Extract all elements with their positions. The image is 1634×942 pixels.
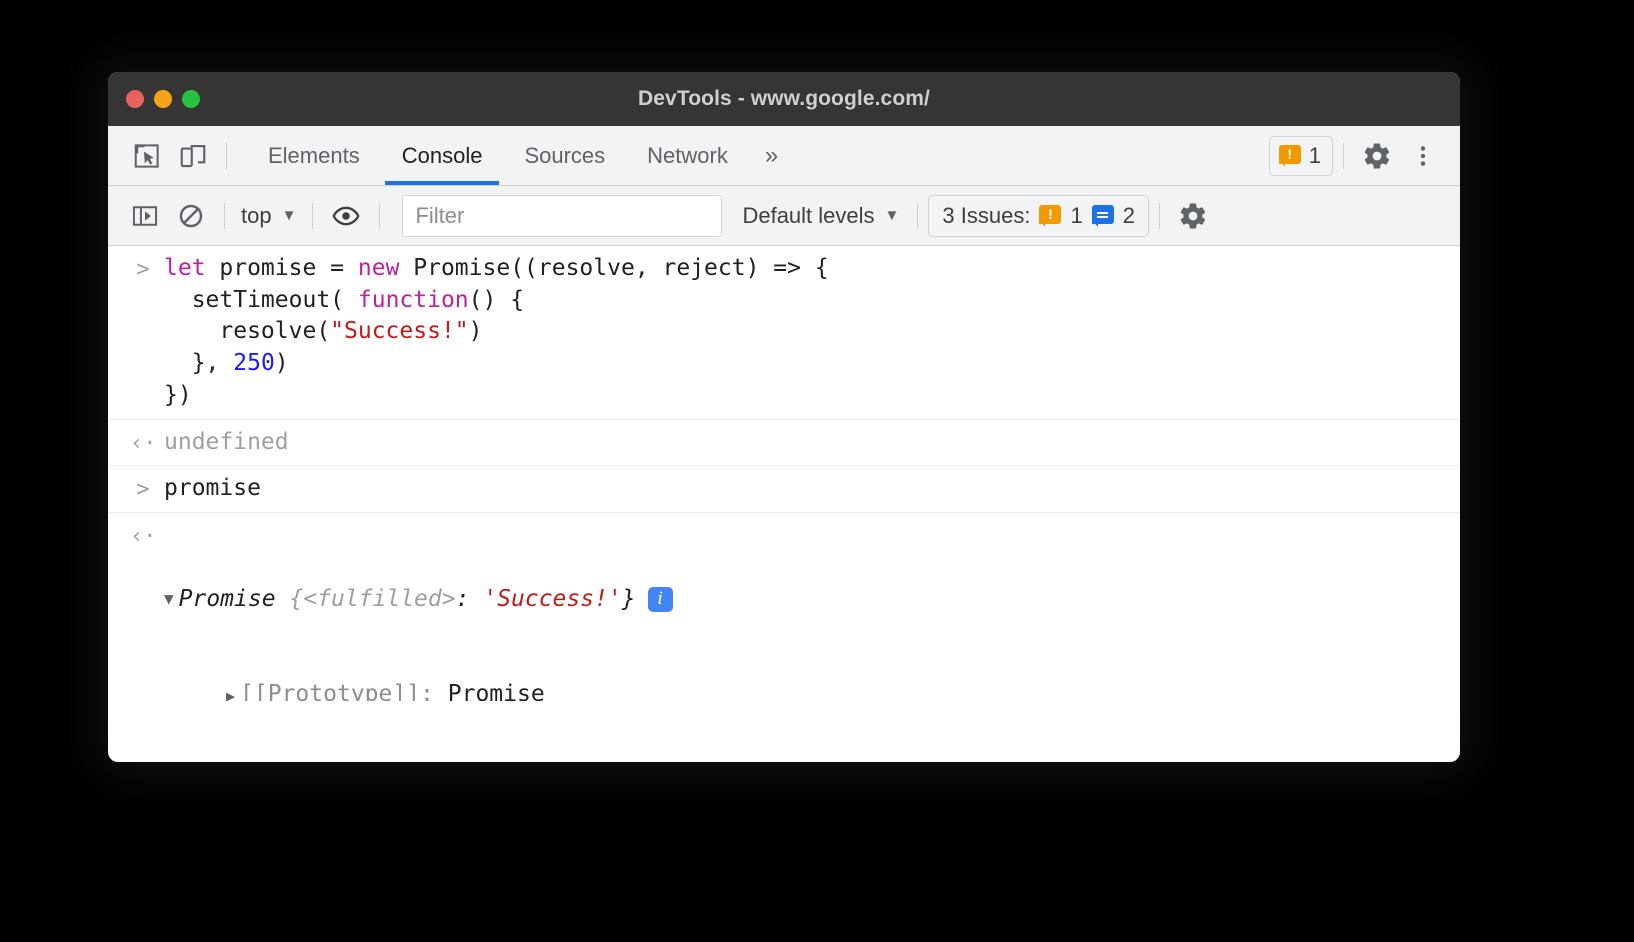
execution-context-selector[interactable]: top ▼	[235, 203, 302, 229]
property-sep-prototype: :	[420, 680, 448, 701]
tabbar-divider	[226, 142, 227, 169]
console-message-list[interactable]: > let promise = new Promise((resolve, re…	[108, 246, 1460, 701]
object-preview: ▼ Promise {<fulfilled>: 'Success!'} i ▶[[…	[164, 520, 1460, 701]
property-value-prototype: Promise	[447, 680, 545, 701]
result-value: undefined	[164, 428, 289, 455]
log-levels-label: Default levels	[742, 202, 875, 228]
panel-tab-bar: Elements Console Sources Network » ! 1	[108, 126, 1460, 186]
object-property-prototype[interactable]: ▶ [[Prototype]]: Promise	[164, 679, 1444, 701]
tab-elements[interactable]: Elements	[247, 126, 381, 185]
console-settings-gear-icon[interactable]	[1170, 193, 1216, 239]
filter-input[interactable]: Filter	[402, 194, 723, 237]
warning-glyph: !	[1287, 146, 1293, 162]
clear-console-icon[interactable]	[168, 193, 214, 239]
minimize-window-button[interactable]	[154, 90, 172, 108]
promise-state-value: 'Success!'	[483, 585, 622, 612]
issues-summary-button[interactable]: 3 Issues: ! 1 2	[928, 194, 1149, 237]
gear-icon[interactable]	[1354, 133, 1400, 179]
issues-info-count: 2	[1122, 202, 1135, 228]
toolbar-divider-5	[1158, 202, 1160, 229]
input-chevron-icon: >	[136, 257, 150, 282]
console-input-entry-2: > promise	[108, 466, 1460, 514]
object-preview-close: }	[621, 585, 636, 612]
tab-console[interactable]: Console	[381, 126, 504, 185]
issues-info-glyph	[1092, 205, 1114, 224]
issues-warning-count: 1	[1070, 202, 1083, 228]
expand-triangle-icon-prototype[interactable]: ▶	[226, 686, 235, 701]
issues-info-icon	[1091, 204, 1114, 227]
chevron-down-icon-levels: ▼	[884, 207, 900, 224]
console-toolbar: top ▼ Filter Default levels ▼ 3 Issues:	[108, 186, 1460, 246]
promise-state-sep: :	[455, 585, 484, 612]
issues-warning-icon: !	[1039, 204, 1062, 227]
console-result-undefined: ‹· undefined	[108, 420, 1460, 467]
input-chevron-icon-2: >	[136, 477, 150, 503]
warning-count: 1	[1308, 142, 1321, 168]
devtools-window: DevTools - www.google.com/ Elements Cons…	[108, 72, 1460, 762]
chevron-down-icon: ▼	[281, 207, 297, 224]
tab-network[interactable]: Network	[626, 126, 749, 185]
kebab-menu-icon[interactable]	[1400, 133, 1446, 179]
object-preview-open: {	[275, 585, 304, 612]
toolbar-divider-3	[379, 202, 381, 229]
execution-context-label: top	[241, 202, 272, 228]
device-toolbar-icon[interactable]	[170, 133, 216, 179]
panel-tabs: Elements Console Sources Network »	[247, 126, 794, 185]
info-chip-icon[interactable]: i	[647, 586, 673, 612]
expand-triangle-icon[interactable]: ▼	[164, 588, 174, 610]
console-input-entry: > let promise = new Promise((resolve, re…	[108, 246, 1460, 420]
property-key-prototype: [[Prototype]]	[240, 680, 421, 701]
issues-label: 3 Issues:	[942, 202, 1031, 228]
issues-warning-glyph: !	[1048, 206, 1053, 222]
maximize-window-button[interactable]	[182, 90, 200, 108]
warning-icon: !	[1278, 144, 1301, 167]
console-sidebar-icon[interactable]	[122, 193, 168, 239]
window-title: DevTools - www.google.com/	[638, 87, 930, 110]
console-input-code: let promise = new Promise((resolve, reje…	[164, 255, 829, 408]
warning-count-badge[interactable]: ! 1	[1268, 135, 1333, 176]
result-arrow-icon: ‹·	[130, 430, 157, 456]
tabbar-divider-right	[1343, 142, 1344, 169]
object-preview-line[interactable]: ▼ Promise {<fulfilled>: 'Success!'} i	[164, 584, 1444, 616]
object-class-name: Promise	[178, 585, 276, 612]
log-levels-selector[interactable]: Default levels ▼	[734, 203, 907, 229]
more-tabs-icon[interactable]: »	[749, 126, 794, 185]
toolbar-divider-2	[312, 202, 314, 229]
promise-state-key: <fulfilled>	[303, 585, 456, 612]
toolbar-divider-1	[224, 202, 225, 229]
toolbar-divider-4	[917, 202, 919, 229]
console-input-code-2: promise	[164, 475, 261, 502]
close-window-button[interactable]	[126, 90, 144, 108]
console-object-result: ‹· ▼ Promise {<fulfilled>: 'Success!'} i …	[108, 513, 1460, 701]
result-arrow-icon-2: ‹·	[130, 524, 157, 550]
screen: DevTools - www.google.com/ Elements Cons…	[0, 0, 1634, 942]
title-bar: DevTools - www.google.com/	[108, 72, 1460, 126]
window-controls	[126, 72, 200, 126]
live-expression-icon[interactable]	[323, 193, 369, 239]
tab-sources[interactable]: Sources	[503, 126, 626, 185]
inspect-element-icon[interactable]	[124, 133, 170, 179]
